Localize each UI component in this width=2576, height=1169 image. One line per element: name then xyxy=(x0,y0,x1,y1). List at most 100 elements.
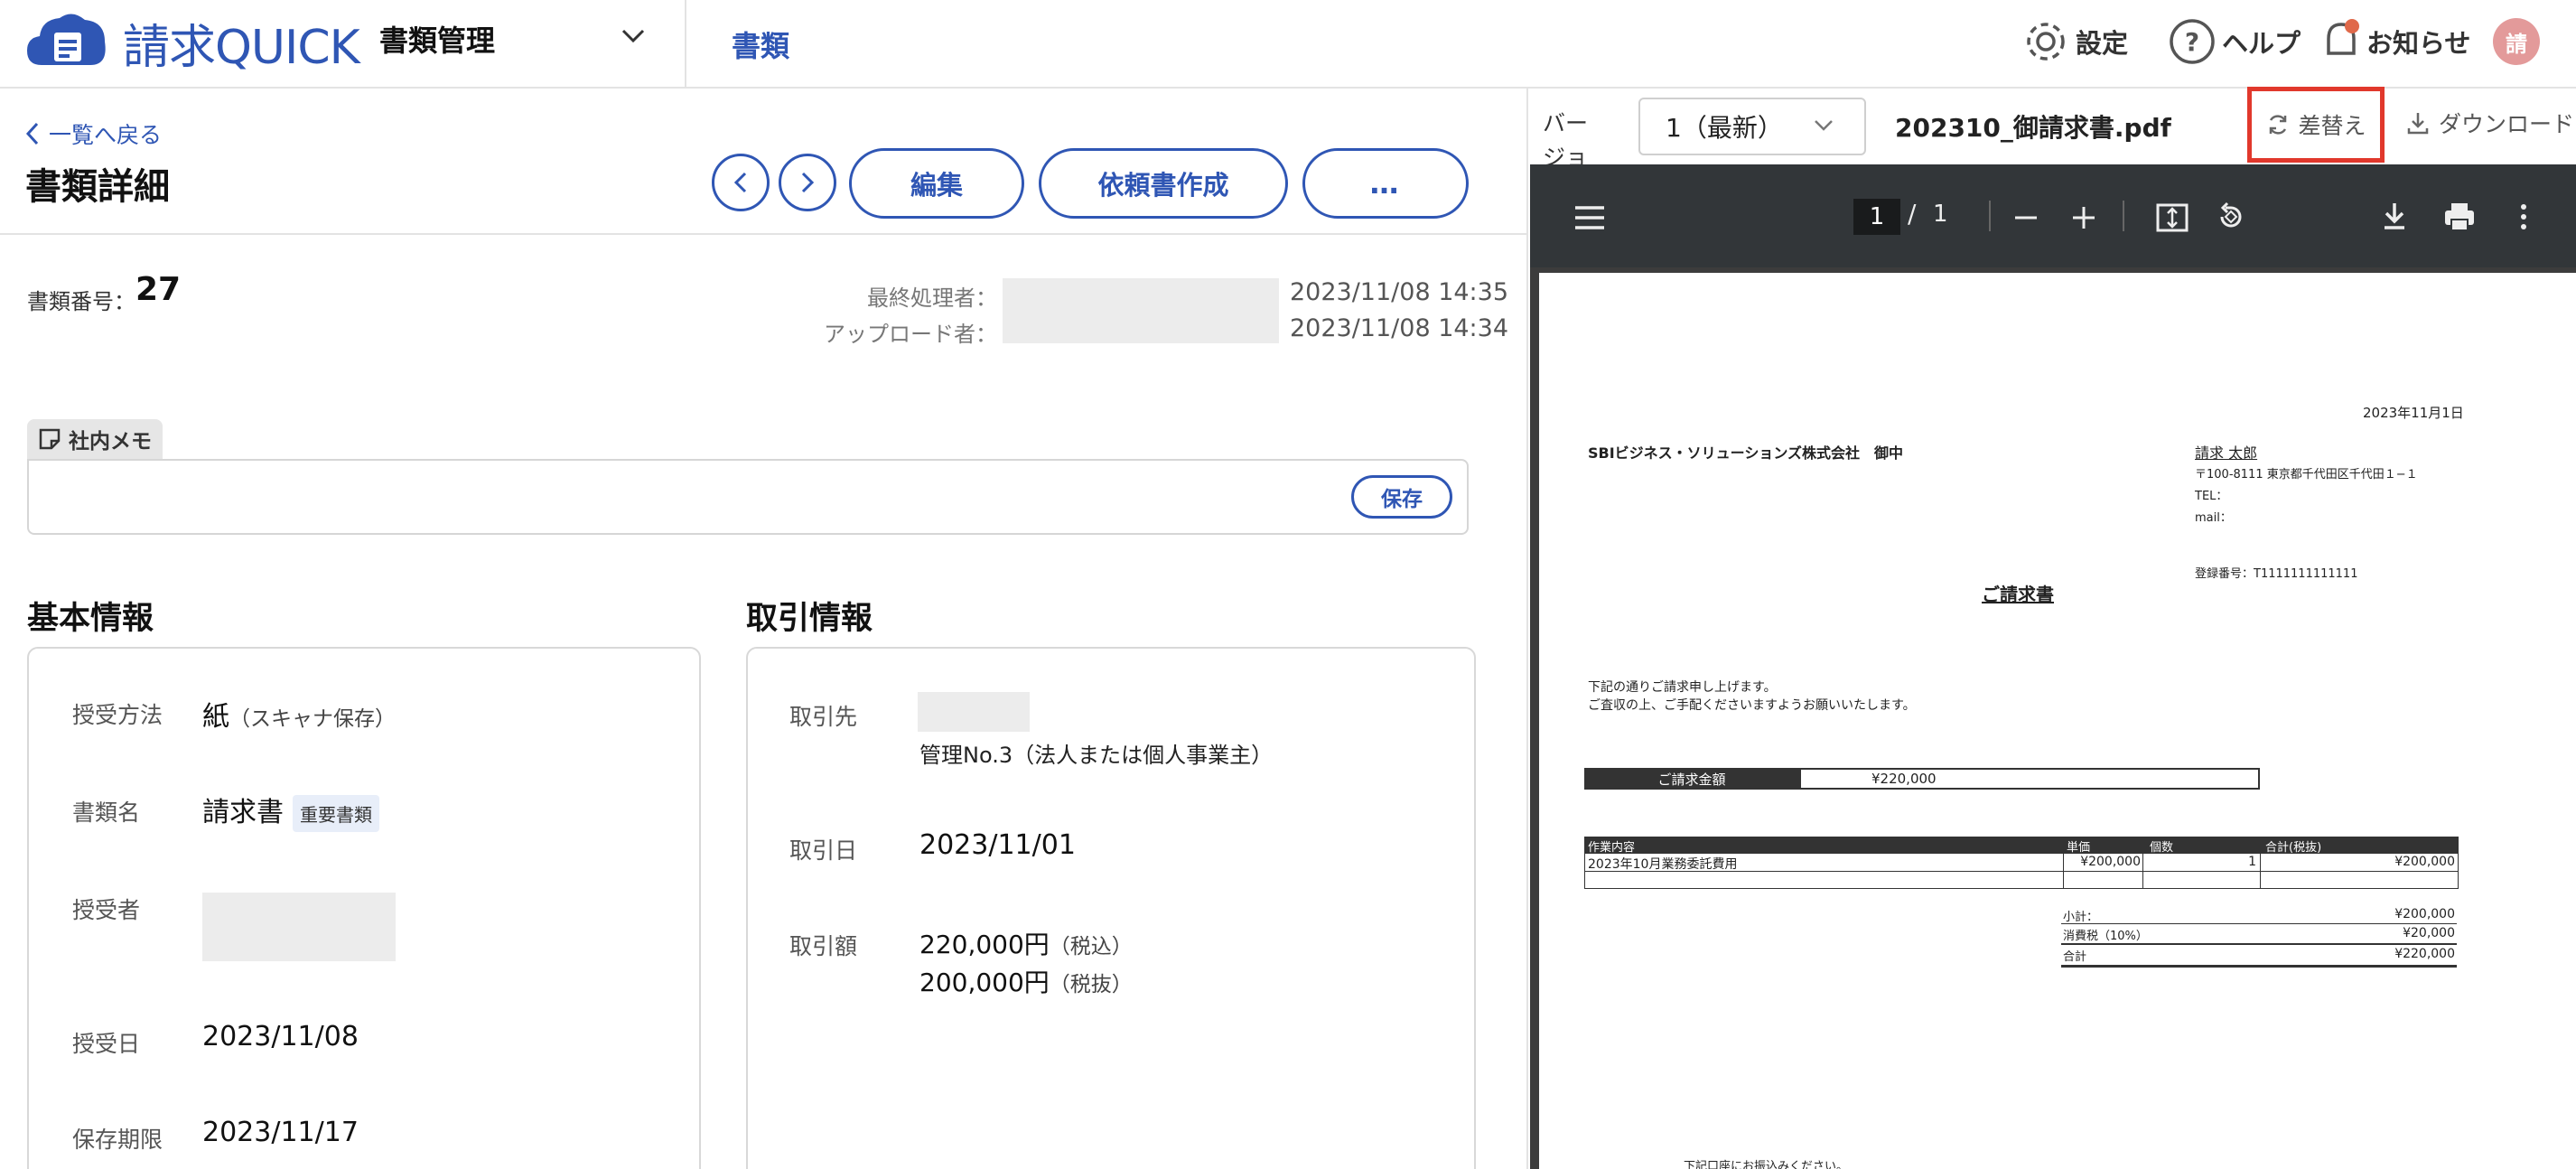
item-total: ¥200,000 xyxy=(2394,855,2455,869)
memo-tab: 社内メモ xyxy=(27,419,163,459)
chevron-left-icon xyxy=(733,172,747,193)
totals-rule xyxy=(2061,965,2457,968)
redacted-partner-name xyxy=(918,692,1030,732)
zoom-in-icon[interactable] xyxy=(2070,204,2097,231)
amount-excl: 200,000円（税抜） xyxy=(919,963,1133,999)
nav-documents[interactable]: 書類 xyxy=(732,23,789,65)
download-button[interactable]: ダウンロード xyxy=(2406,107,2574,139)
pdf-page-input[interactable]: 1 xyxy=(1853,199,1900,235)
subtotal-label: 小計： xyxy=(2063,911,2099,924)
row-value-receive-date: 2023/11/08 xyxy=(202,1021,359,1052)
module-selector[interactable]: 書類管理 xyxy=(379,18,495,60)
row-label-receiver: 授受者 xyxy=(72,897,141,923)
invoice-reg-no: 登録番号：T1111111111111 xyxy=(2195,567,2358,581)
next-document-button[interactable] xyxy=(779,154,836,211)
invoice-intro-2: ご査収の上、ご手配くださいますようお願いいたします。 xyxy=(1588,698,1916,713)
edit-button[interactable]: 編集 xyxy=(849,148,1024,219)
memo-label: 社内メモ xyxy=(69,430,152,454)
replace-file-button[interactable]: 差替え xyxy=(2247,87,2385,163)
totals-rule xyxy=(2061,923,2457,924)
rotate-icon[interactable] xyxy=(2215,201,2247,233)
invoice-sender-tel: TEL： xyxy=(2195,490,2228,503)
file-name: 202310_御請求書.pdf xyxy=(1895,113,2171,143)
table-rule xyxy=(2063,853,2064,889)
document-number-label: 書類番号： xyxy=(27,289,135,314)
pdf-page-total: 1 xyxy=(1933,201,1948,228)
version-label: バージョン xyxy=(1543,110,1589,168)
more-actions-button[interactable]: … xyxy=(1302,148,1469,219)
toolbar-separator xyxy=(2123,201,2124,231)
menu-icon[interactable] xyxy=(1573,204,1606,231)
row-value-method: 紙（スキャナ保存） xyxy=(202,694,396,734)
download-icon xyxy=(2407,113,2429,135)
amount-incl-value: 220,000円 xyxy=(919,930,1050,959)
settings-button[interactable]: 設定 xyxy=(2021,14,2128,69)
chevron-down-icon[interactable] xyxy=(620,27,647,45)
gear-icon xyxy=(2027,23,2065,61)
more-vertical-icon[interactable] xyxy=(2516,202,2531,231)
totals-rule xyxy=(2061,943,2457,945)
row-value-retention: 2023/11/17 xyxy=(202,1117,359,1148)
invoice-intro-1: 下記の通りご請求申し上げます。 xyxy=(1588,680,1777,695)
redacted-user-names xyxy=(1003,278,1279,343)
uploader-time: 2023/11/08 14:34 xyxy=(1290,314,1509,342)
help-icon: ? xyxy=(2170,19,2215,64)
print-icon[interactable] xyxy=(2442,201,2477,233)
refresh-icon xyxy=(2270,115,2287,135)
transaction-info-title: 取引情報 xyxy=(746,601,873,637)
page-title: 書類詳細 xyxy=(25,166,170,208)
row-value-docname: 請求書 重要書類 xyxy=(202,790,379,832)
invoice-amount-label: ご請求金額 xyxy=(1584,768,1799,790)
logo-text: 請求QUICK xyxy=(123,21,360,75)
item-qty: 1 xyxy=(2248,855,2256,869)
previous-document-button[interactable] xyxy=(712,154,770,211)
tax: ¥20,000 xyxy=(2403,926,2455,940)
invoice-sender-mail: mail： xyxy=(2195,511,2232,525)
amount-excl-value: 200,000円 xyxy=(919,968,1050,997)
item-price: ¥200,000 xyxy=(2080,855,2141,869)
pdf-toolbar xyxy=(1530,164,2576,267)
method-note: （スキャナ保存） xyxy=(229,707,396,731)
last-processor-time: 2023/11/08 14:35 xyxy=(1290,278,1509,306)
row-label-amount: 取引額 xyxy=(789,933,858,959)
download-label: ダウンロード xyxy=(2439,111,2575,137)
redacted-receiver xyxy=(202,893,396,961)
row-label-docname: 書類名 xyxy=(72,800,141,826)
method-value: 紙 xyxy=(202,701,229,733)
docname-value: 請求書 xyxy=(202,797,284,828)
invoice-sender-address: 〒100-8111 東京都千代田区千代田１−１ xyxy=(2195,468,2418,482)
item-description: 2023年10月業務委託費用 xyxy=(1588,857,1738,872)
invoice-footer: 下記口座にお振込みください。 xyxy=(1684,1160,1849,1169)
row-value-txn-date: 2023/11/01 xyxy=(919,829,1076,861)
row-label-retention: 保存期限 xyxy=(72,1127,163,1153)
zoom-out-icon[interactable] xyxy=(2012,204,2039,231)
invoice-sender-name: 請求 太郎 xyxy=(2195,444,2258,462)
chevron-down-icon xyxy=(1815,120,1833,131)
avatar[interactable]: 請 xyxy=(2493,18,2540,65)
back-label: 一覧へ戻る xyxy=(49,122,163,148)
document-number: 27 xyxy=(135,271,182,308)
section-divider xyxy=(0,233,1526,235)
memo-input[interactable] xyxy=(27,459,1469,535)
create-request-button[interactable]: 依頼書作成 xyxy=(1039,148,1288,219)
pdf-download-icon[interactable] xyxy=(2381,201,2408,233)
invoice-amount: ¥220,000 xyxy=(1799,768,2260,790)
amount-excl-note: （税抜） xyxy=(1049,973,1133,996)
items-header-bg xyxy=(1584,837,2459,853)
total-label: 合計 xyxy=(2063,950,2087,964)
amount-incl-note: （税込） xyxy=(1049,935,1133,959)
memo-save-button[interactable]: 保存 xyxy=(1351,475,1452,519)
pdf-page-separator: / xyxy=(1908,199,1917,229)
help-button[interactable]: ? ヘルプ xyxy=(2168,14,2301,69)
settings-label: 設定 xyxy=(2076,28,2129,59)
important-badge: 重要書類 xyxy=(293,795,379,832)
note-icon xyxy=(39,428,61,450)
fit-page-icon[interactable] xyxy=(2155,202,2189,233)
table-rule xyxy=(2260,853,2261,889)
chevron-left-icon xyxy=(25,122,39,145)
uploader-label: アップロード者： xyxy=(824,322,997,347)
notifications-label: お知らせ xyxy=(2366,28,2471,59)
notifications-button[interactable]: お知らせ xyxy=(2321,14,2470,69)
back-to-list-link[interactable]: 一覧へ戻る xyxy=(25,117,162,150)
toolbar-separator xyxy=(1989,201,1991,231)
